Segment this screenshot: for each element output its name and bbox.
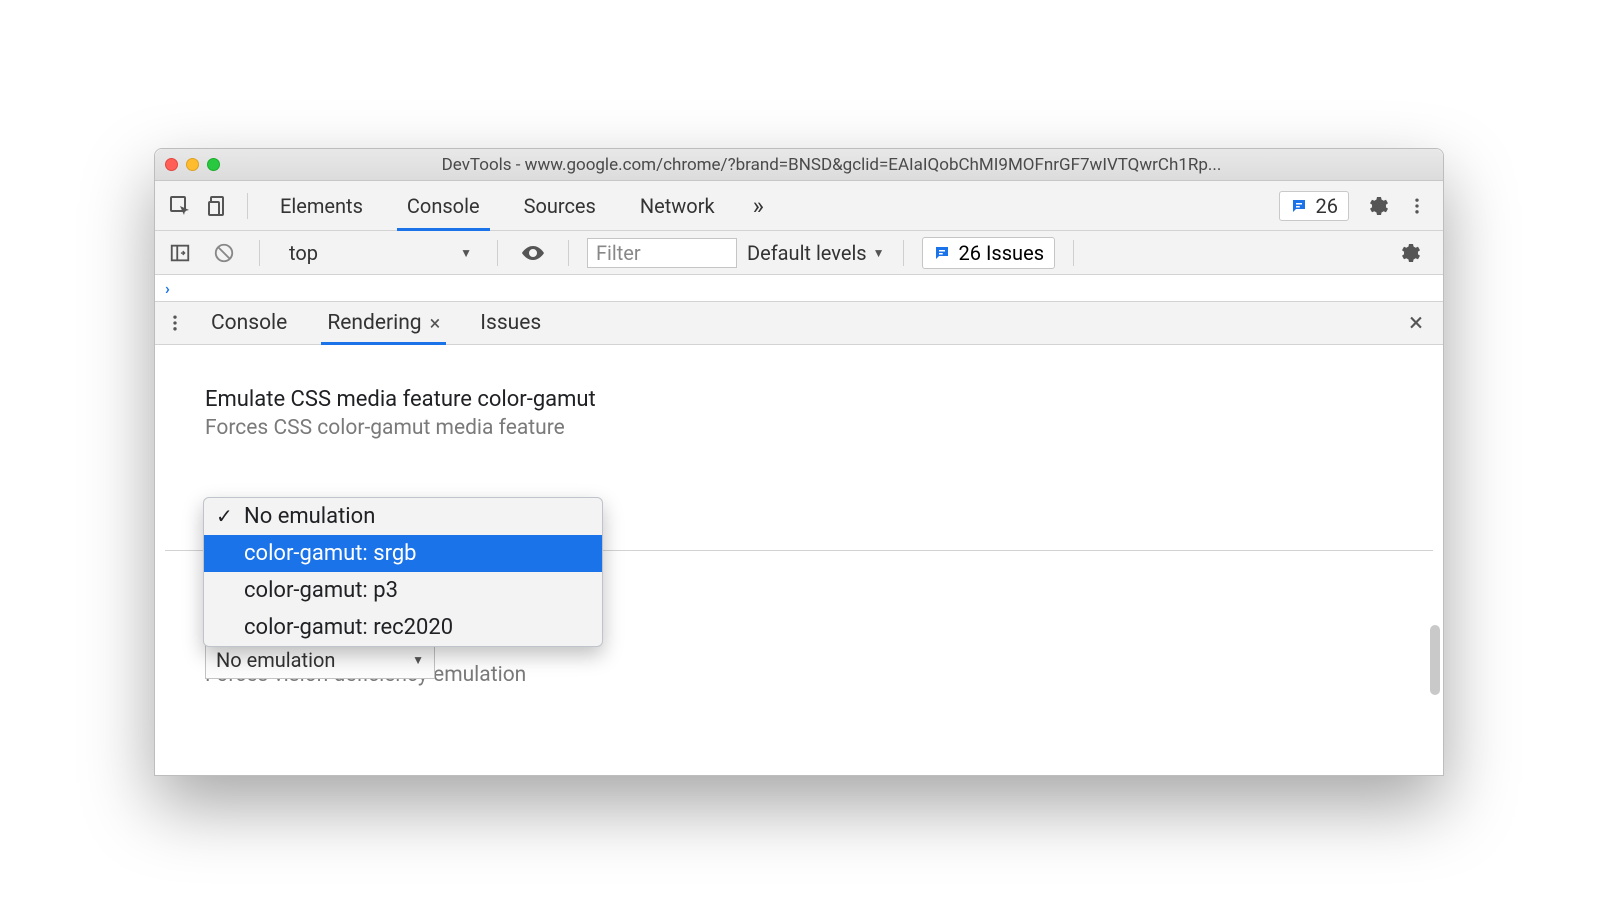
tab-label: Sources	[524, 194, 596, 218]
drawer-tab-label: Issues	[480, 311, 541, 335]
prompt-caret-icon: ›	[165, 279, 170, 298]
tab-label: Network	[640, 194, 715, 218]
log-levels-selector[interactable]: Default levels ▼	[747, 241, 885, 265]
settings-gear-icon[interactable]	[1365, 194, 1403, 218]
color-gamut-dropdown: No emulation color-gamut: srgb color-gam…	[203, 497, 603, 647]
tabs-overflow-button[interactable]: »	[739, 181, 778, 230]
close-drawer-icon[interactable]: ×	[1399, 308, 1433, 338]
issues-button[interactable]: 26 Issues	[922, 237, 1055, 269]
divider	[1073, 240, 1074, 266]
console-toolbar: top ▼ Filter Default levels ▼ 26 Issues	[155, 231, 1443, 275]
tab-label: Elements	[280, 194, 363, 218]
divider	[497, 240, 498, 266]
divider	[568, 240, 569, 266]
message-icon	[933, 244, 951, 262]
window-title: DevTools - www.google.com/chrome/?brand=…	[230, 155, 1433, 175]
show-console-sidebar-icon[interactable]	[163, 242, 197, 264]
dropdown-option-srgb[interactable]: color-gamut: srgb	[204, 535, 602, 572]
titlebar: DevTools - www.google.com/chrome/?brand=…	[155, 149, 1443, 181]
dropdown-option-p3[interactable]: color-gamut: p3	[204, 572, 602, 609]
chevron-down-icon: ▼	[460, 246, 472, 260]
live-expression-eye-icon[interactable]	[516, 243, 550, 263]
select-value: No emulation	[216, 648, 335, 672]
tab-console[interactable]: Console	[387, 181, 500, 230]
clear-console-icon[interactable]	[207, 242, 241, 264]
filter-placeholder: Filter	[596, 241, 641, 265]
close-window-button[interactable]	[165, 158, 178, 171]
drawer-tab-issues[interactable]: Issues	[462, 302, 559, 344]
close-tab-icon[interactable]: ×	[430, 311, 441, 335]
levels-label: Default levels	[747, 241, 867, 265]
main-tabstrip: Elements Console Sources Network » 26	[155, 181, 1443, 231]
devtools-window: DevTools - www.google.com/chrome/?brand=…	[154, 148, 1444, 776]
drawer-tab-rendering[interactable]: Rendering ×	[309, 302, 458, 344]
color-gamut-section: Emulate CSS media feature color-gamut Fo…	[155, 351, 1443, 460]
issues-label: 26 Issues	[959, 241, 1044, 265]
minimize-window-button[interactable]	[186, 158, 199, 171]
context-value: top	[289, 241, 318, 265]
option-label: color-gamut: rec2020	[244, 615, 453, 640]
dropdown-option-rec2020[interactable]: color-gamut: rec2020	[204, 609, 602, 646]
drawer-tab-label: Console	[211, 311, 287, 335]
device-toolbar-icon[interactable]	[201, 194, 235, 218]
option-label: No emulation	[244, 504, 375, 529]
option-label: color-gamut: p3	[244, 578, 398, 603]
chevron-down-icon: ▼	[873, 246, 885, 260]
divider	[903, 240, 904, 266]
issues-count: 26	[1316, 194, 1338, 218]
tab-label: Console	[407, 194, 480, 218]
filter-input[interactable]: Filter	[587, 238, 737, 268]
option-label: color-gamut: srgb	[244, 541, 417, 566]
message-icon	[1290, 197, 1308, 215]
section-heading: Emulate CSS media feature color-gamut	[205, 387, 1393, 412]
divider	[247, 193, 248, 219]
tab-network[interactable]: Network	[620, 181, 735, 230]
drawer-menu-icon[interactable]	[165, 313, 189, 333]
drawer-tabstrip: Console Rendering × Issues ×	[155, 301, 1443, 345]
tab-sources[interactable]: Sources	[504, 181, 616, 230]
overflow-glyph: »	[753, 192, 764, 220]
kebab-menu-icon[interactable]	[1407, 196, 1435, 216]
scrollbar-thumb[interactable]	[1430, 625, 1440, 695]
console-settings-gear-icon[interactable]	[1397, 241, 1435, 265]
traffic-lights	[165, 158, 220, 171]
issues-counter-button[interactable]: 26	[1279, 191, 1349, 221]
inspect-element-icon[interactable]	[163, 194, 197, 218]
context-selector[interactable]: top ▼	[284, 238, 479, 268]
drawer-tab-label: Rendering	[327, 311, 421, 335]
drawer-tab-console[interactable]: Console	[193, 302, 305, 344]
console-prompt[interactable]: ›	[155, 275, 1443, 301]
rendering-pane: Emulate CSS media feature color-gamut Fo…	[155, 345, 1443, 775]
section-description: Forces CSS color-gamut media feature	[205, 416, 1393, 440]
zoom-window-button[interactable]	[207, 158, 220, 171]
divider	[259, 240, 260, 266]
chevron-down-icon: ▼	[412, 653, 424, 667]
tab-elements[interactable]: Elements	[260, 181, 383, 230]
dropdown-option-no-emulation[interactable]: No emulation	[204, 498, 602, 535]
